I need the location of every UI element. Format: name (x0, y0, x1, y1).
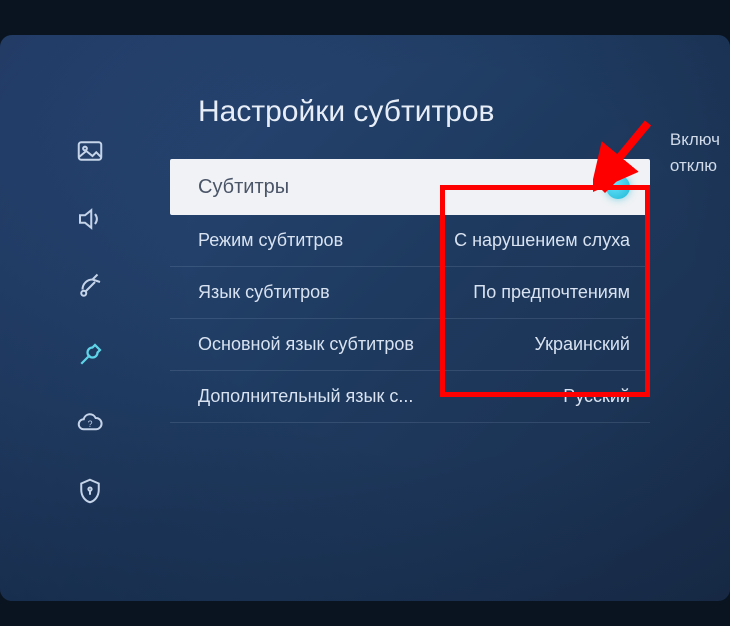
speaker-icon (75, 204, 105, 239)
setting-row-secondary-language[interactable]: Дополнительный язык с... Русский (170, 371, 650, 423)
picture-icon (75, 136, 105, 171)
hint-line-2: отклю (670, 153, 720, 179)
setting-row-mode[interactable]: Режим субтитров С нарушением слуха (170, 215, 650, 267)
sidebar-item-support[interactable]: ? (72, 407, 108, 443)
sidebar-item-broadcast[interactable] (72, 271, 108, 307)
subtitles-toggle-label: Субтитры (198, 176, 289, 199)
settings-sidebar: ? (60, 135, 120, 511)
subtitles-toggle-row[interactable]: Субтитры (170, 159, 650, 215)
setting-label: Язык субтитров (198, 282, 330, 303)
setting-row-language[interactable]: Язык субтитров По предпочтениям (170, 267, 650, 319)
setting-value: Украинский (534, 334, 630, 355)
subtitle-settings-list: Режим субтитров С нарушением слуха Язык … (170, 215, 650, 423)
setting-value: Русский (563, 386, 630, 407)
sidebar-item-general[interactable] (72, 339, 108, 375)
hint-line-1: Включ (670, 127, 720, 153)
toggle-on-icon (606, 175, 630, 199)
svg-text:?: ? (88, 418, 93, 428)
setting-value: С нарушением слуха (454, 230, 630, 251)
satellite-icon (75, 272, 105, 307)
shield-icon (75, 476, 105, 511)
setting-label: Режим субтитров (198, 230, 343, 251)
sidebar-item-privacy[interactable] (72, 475, 108, 511)
tv-settings-screen: ? Настройки субтитров Субтитры Режим суб… (0, 35, 730, 601)
setting-label: Основной язык субтитров (198, 334, 414, 355)
sidebar-item-picture[interactable] (72, 135, 108, 171)
settings-content: Настройки субтитров Субтитры Режим субти… (170, 95, 730, 423)
page-title: Настройки субтитров (198, 95, 730, 129)
setting-label: Дополнительный язык с... (198, 386, 413, 407)
cloud-icon: ? (75, 408, 105, 443)
wrench-icon (75, 340, 105, 375)
sidebar-item-sound[interactable] (72, 203, 108, 239)
setting-value: По предпочтениям (473, 282, 630, 303)
setting-row-primary-language[interactable]: Основной язык субтитров Украинский (170, 319, 650, 371)
hint-text: Включ отклю (670, 127, 720, 178)
